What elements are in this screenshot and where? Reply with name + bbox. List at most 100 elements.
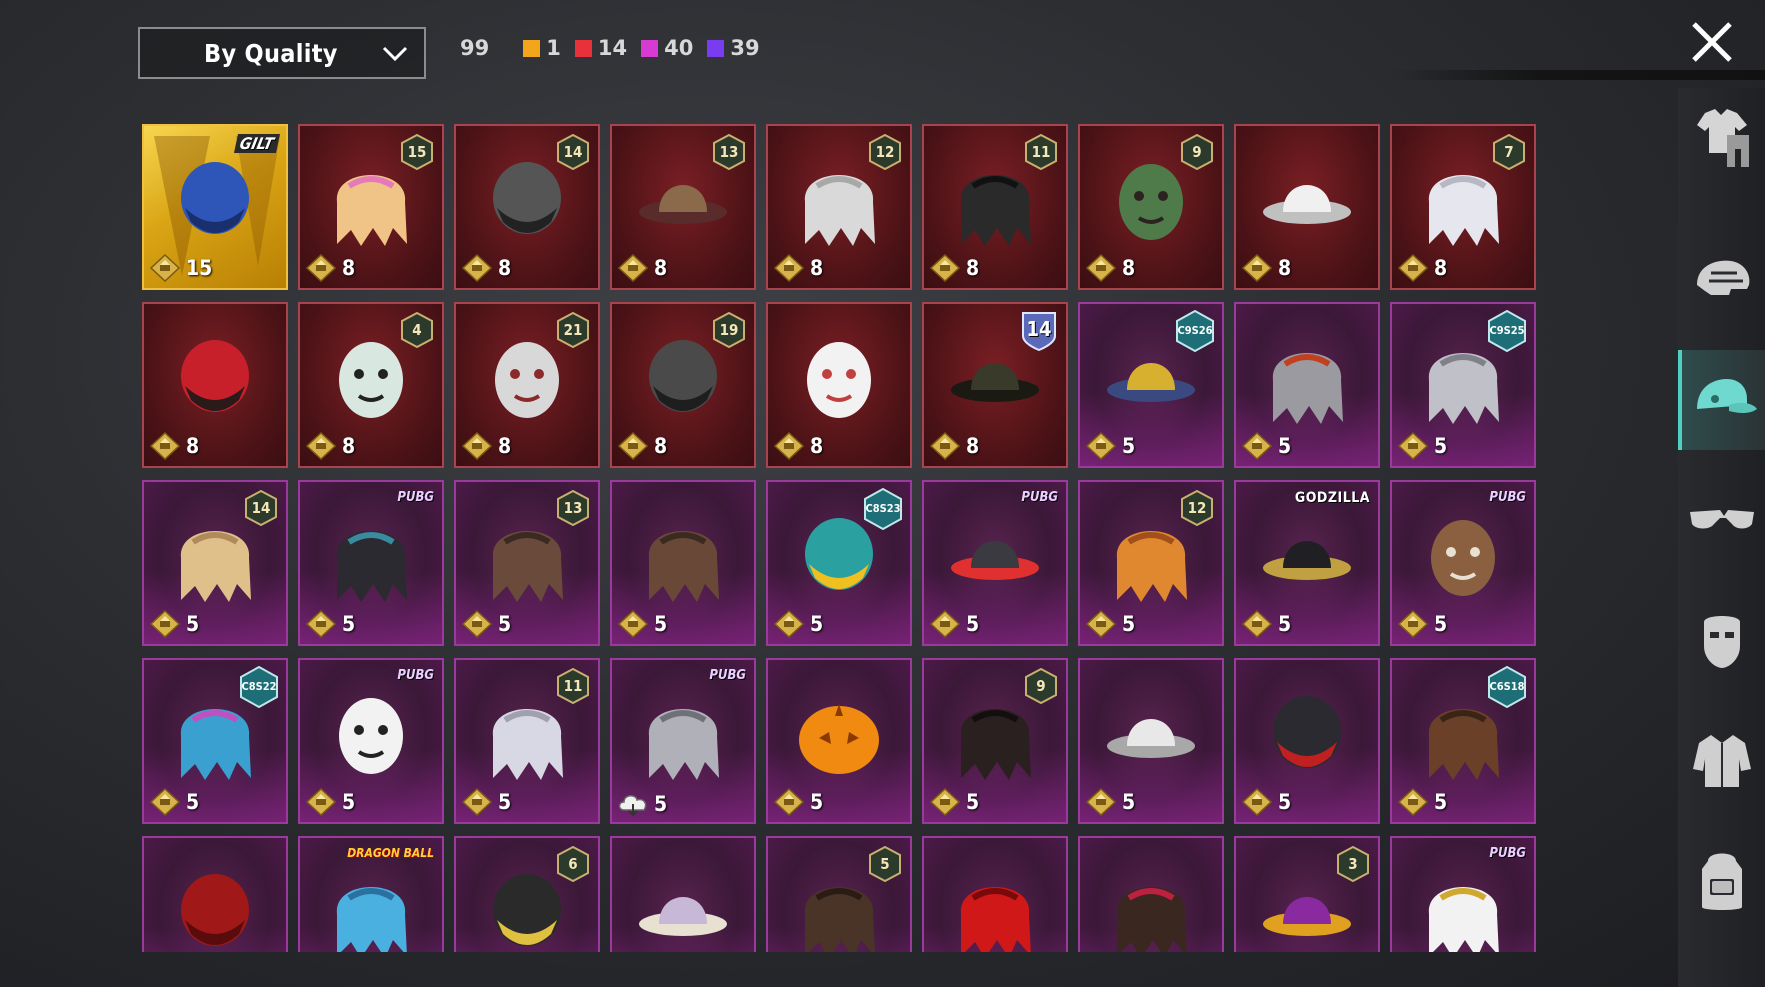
item-card[interactable]: PUBG xyxy=(1390,836,1536,952)
item-card[interactable]: 5 xyxy=(1234,658,1380,824)
item-card[interactable]: 14 8 xyxy=(454,124,600,290)
item-price: 8 xyxy=(306,432,355,460)
panda-head-image xyxy=(323,686,419,790)
item-price: 5 xyxy=(1242,432,1291,460)
item-card[interactable]: C8S23 5 xyxy=(766,480,912,646)
sidebar-item-helmet[interactable] xyxy=(1678,230,1765,330)
coin-icon xyxy=(150,610,180,638)
snowman-cup-image xyxy=(791,330,887,434)
red-long-hair-image xyxy=(947,864,1043,952)
level-badge: 21 xyxy=(556,312,590,348)
sidebar-item-jacket[interactable] xyxy=(1678,710,1765,810)
pumpkin-head-image xyxy=(791,686,887,790)
item-price: 8 xyxy=(1398,254,1447,282)
item-card[interactable]: GILT 15 xyxy=(142,124,288,290)
item-card[interactable]: 14 8 xyxy=(922,302,1068,468)
season-badge: C6S18 xyxy=(1486,666,1528,708)
item-card[interactable]: PUBG 5 xyxy=(922,480,1068,646)
price-value: 5 xyxy=(1278,434,1292,458)
item-card[interactable]: 13 8 xyxy=(610,124,756,290)
item-price: 5 xyxy=(306,610,355,638)
item-card[interactable]: 6 xyxy=(454,836,600,952)
price-value: 5 xyxy=(1434,612,1448,636)
item-price: 8 xyxy=(618,432,667,460)
level-badge: 6 xyxy=(556,846,590,882)
jacket-icon xyxy=(1692,735,1751,787)
item-grid: GILT 15 15 8 14 8 13 8 12 8 11 8 9 8 8 7 8 8 4 8 21 8 19 8 8 14 8 C… xyxy=(142,124,1538,952)
item-card[interactable]: 8 xyxy=(142,302,288,468)
item-price: 5 xyxy=(1398,432,1447,460)
item-card[interactable]: 19 8 xyxy=(610,302,756,468)
price-value: 8 xyxy=(342,256,356,280)
pubg-logo: PUBG xyxy=(709,668,746,683)
coin-icon xyxy=(930,432,960,460)
item-card[interactable]: PUBG 5 xyxy=(298,658,444,824)
item-card[interactable]: 11 8 xyxy=(922,124,1068,290)
item-card[interactable]: 5 xyxy=(1078,658,1224,824)
beret-white-hair-image xyxy=(1103,686,1199,790)
item-card[interactable]: 8 xyxy=(766,302,912,468)
silver-bob-image xyxy=(635,686,731,790)
visor-beanie-image xyxy=(947,508,1043,612)
item-card[interactable]: 78 xyxy=(1390,124,1536,290)
glasses-icon xyxy=(1689,510,1754,529)
level-badge: 15 xyxy=(400,134,434,170)
mythic-count: 14 xyxy=(597,36,628,60)
item-card[interactable] xyxy=(142,836,288,952)
item-price: 5 xyxy=(1086,788,1135,816)
item-price: 5 xyxy=(1242,610,1291,638)
item-card[interactable]: GODZILLA 5 xyxy=(1234,480,1380,646)
item-card[interactable]: PUBG 5 xyxy=(610,658,756,824)
level-badge: 14 xyxy=(556,134,590,170)
item-card[interactable]: 5 xyxy=(1234,302,1380,468)
item-card[interactable]: 8 xyxy=(1234,124,1380,290)
item-card[interactable]: 11 5 xyxy=(454,658,600,824)
item-card[interactable]: 48 xyxy=(298,302,444,468)
white-veil-image xyxy=(1415,864,1511,952)
sidebar-item-mask[interactable] xyxy=(1678,590,1765,690)
close-button[interactable] xyxy=(1688,18,1736,66)
pubg-logo: PUBG xyxy=(1021,490,1058,505)
pubg-logo: PUBG xyxy=(397,668,434,683)
item-card[interactable]: 5 xyxy=(766,836,912,952)
item-card[interactable]: 14 5 xyxy=(142,480,288,646)
sort-dropdown[interactable]: By Quality xyxy=(138,27,426,79)
item-card[interactable]: 15 8 xyxy=(298,124,444,290)
price-value: 5 xyxy=(1122,790,1136,814)
item-card[interactable] xyxy=(610,836,756,952)
item-card[interactable]: 5 xyxy=(610,480,756,646)
sidebar-item-outfit[interactable] xyxy=(1678,88,1765,188)
item-card[interactable]: 3 xyxy=(1234,836,1380,952)
item-card[interactable]: C6S18 5 xyxy=(1390,658,1536,824)
white-cowboy-hat-image xyxy=(1259,152,1355,256)
item-card[interactable]: C9S26 5 xyxy=(1078,302,1224,468)
sidebar-item-backpack[interactable] xyxy=(1678,830,1765,930)
item-price: 8 xyxy=(150,432,199,460)
item-card[interactable]: 95 xyxy=(922,658,1068,824)
item-card[interactable]: 5 xyxy=(766,658,912,824)
item-price: 5 xyxy=(774,610,823,638)
item-price: 5 xyxy=(930,610,979,638)
item-card[interactable]: C9S25 5 xyxy=(1390,302,1536,468)
item-card[interactable]: PUBG 5 xyxy=(298,480,444,646)
item-card[interactable]: DRAGON BALL xyxy=(298,836,444,952)
price-value: 8 xyxy=(1278,256,1292,280)
item-card[interactable]: 98 xyxy=(1078,124,1224,290)
item-card[interactable]: 12 8 xyxy=(766,124,912,290)
item-card[interactable]: 21 8 xyxy=(454,302,600,468)
price-value: 5 xyxy=(342,612,356,636)
item-price: 8 xyxy=(930,254,979,282)
item-card[interactable]: 13 5 xyxy=(454,480,600,646)
item-card[interactable]: PUBG 5 xyxy=(1390,480,1536,646)
price-value: 5 xyxy=(1434,790,1448,814)
bow-pigtails-image xyxy=(1103,864,1199,952)
sidebar-item-headwear[interactable] xyxy=(1678,350,1765,450)
sidebar-item-eyewear[interactable] xyxy=(1678,470,1765,570)
item-card[interactable]: C8S22 5 xyxy=(142,658,288,824)
price-value: 5 xyxy=(966,790,980,814)
item-card[interactable]: 12 5 xyxy=(1078,480,1224,646)
item-price: 5 xyxy=(150,788,199,816)
item-card[interactable] xyxy=(1078,836,1224,952)
item-price: 5 xyxy=(1398,788,1447,816)
item-card[interactable] xyxy=(922,836,1068,952)
